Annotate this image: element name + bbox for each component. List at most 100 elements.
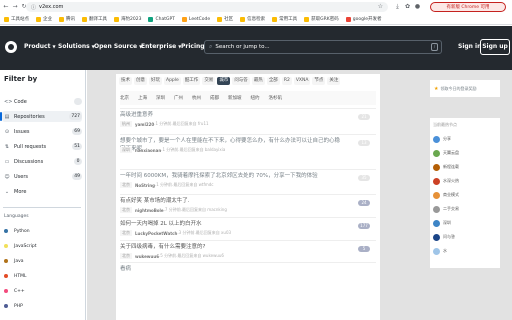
reply-count-badge[interactable]: 24 [358, 200, 370, 206]
topic-node[interactable]: 深圳 [120, 147, 132, 153]
hot-node-item[interactable]: 商业模式 [433, 190, 459, 200]
topic-author[interactable]: NoString [135, 183, 155, 188]
topic-item[interactable]: 有点好笑 某市场的潮太牛了. 北京 nightmoBole · 7 分钟前 · 最后… [120, 194, 376, 217]
v2ex-tab[interactable]: 酷工作 [182, 77, 201, 85]
nav-product[interactable]: Product ▼ [24, 41, 56, 53]
chrome-update-button[interactable]: 有新版 Chrome 可用 [430, 2, 506, 12]
v2ex-subtab[interactable]: 深圳 [156, 95, 165, 101]
v2ex-tab[interactable]: 问与答 [232, 77, 250, 85]
v2ex-tab[interactable]: 最热 [251, 77, 265, 85]
github-logo-icon[interactable] [5, 41, 17, 53]
v2ex-tab[interactable]: 创意 [134, 77, 147, 85]
download-icon[interactable]: ⤓ [394, 3, 401, 10]
topic-title[interactable]: 一年时间 6000KM，我骑着摩托探索了北京郊区去处的 70%，分享一下我的体验 [120, 173, 345, 181]
bookmark-item[interactable]: 海豹2023 [114, 16, 141, 22]
forward-icon[interactable]: → [12, 4, 18, 10]
extension-icon[interactable]: ✿ [404, 3, 411, 10]
bookmark-item[interactable]: 腾讯 [59, 16, 75, 22]
filter-item-code[interactable]: <> Code [2, 96, 82, 107]
topic-item[interactable]: 一年时间 6000KM，我骑着摩托探索了北京郊区去处的 70%，分享一下我的体验… [120, 169, 376, 194]
v2ex-subtab[interactable]: 北京 [120, 95, 129, 101]
reply-count-badge[interactable]: 35 [358, 175, 370, 181]
topic-author[interactable]: wukewuu6 [135, 254, 159, 259]
hot-node-item[interactable]: 深圳 [433, 218, 451, 228]
hot-node-item[interactable]: 分享 [433, 134, 451, 144]
bookmark-item[interactable]: LeetCode [181, 16, 210, 22]
topic-node[interactable]: 杭州 [120, 121, 132, 127]
hot-node-item[interactable]: 问与答 [433, 232, 455, 242]
topic-item[interactable]: 想要个城市了，要是一个人在里能在不下来，心得要怎么办，有什么办法可以让自己的心稳… [120, 134, 376, 169]
v2ex-subtab[interactable]: 上海 [138, 95, 147, 101]
filter-item-discussions[interactable]: ▭ Discussions 0 [2, 156, 82, 167]
topic-author[interactable]: nanxiaonan [135, 148, 161, 153]
v2ex-tab[interactable]: 节点 [312, 77, 326, 85]
bookmark-item[interactable]: 获取GRK密码 [304, 16, 339, 22]
v2ex-tab[interactable]: 关注 [327, 77, 341, 85]
topic-title[interactable]: 有点好笑 某市场的潮太牛了. [120, 198, 345, 206]
filter-item-users[interactable]: ☺ Users 49 [2, 171, 82, 182]
topic-author[interactable]: nightmoBole [135, 208, 164, 213]
filter-item-repositories[interactable]: ▤ Repositories 727 [0, 111, 82, 122]
v2ex-subtab[interactable]: 洛杉矶 [269, 95, 283, 101]
bookmark-item[interactable]: 社区 [217, 16, 233, 22]
search-input[interactable]: ⌕ Search or jump to... / [204, 40, 442, 54]
filter-item-more[interactable]: ⌄ More [2, 186, 82, 197]
v2ex-tab[interactable]: 交易 [202, 77, 216, 85]
v2ex-tab[interactable]: 全部 [266, 77, 280, 85]
bookmark-item[interactable]: 翻译工具 [82, 16, 107, 22]
v2ex-tab[interactable]: 好玩 [149, 77, 162, 85]
topic-node[interactable]: 北京 [120, 182, 132, 188]
v2ex-tab[interactable]: 技术 [119, 77, 132, 85]
back-icon[interactable]: ← [3, 4, 9, 10]
filter-item-issues[interactable]: ⊙ Issues 69 [2, 126, 82, 137]
reply-count-badge[interactable]: 5 [358, 246, 370, 252]
v2ex-subtab[interactable]: 成都 [210, 95, 219, 101]
sign-up-button[interactable]: Sign up [480, 39, 510, 55]
bookmark-star-icon[interactable]: ☆ [378, 4, 383, 10]
profile-icon[interactable]: ● [414, 3, 421, 10]
v2ex-subtab[interactable]: 纽约 [251, 95, 260, 101]
topic-item[interactable]: 看病 [120, 262, 376, 292]
nav-pricing[interactable]: Pricing [181, 41, 205, 53]
nav-solutions[interactable]: Solutions ▼ [58, 41, 95, 53]
topic-item[interactable]: 高级进重意养 杭州 yaml220 · 1 分钟前 · 最后回复来自 fru11 21 [120, 108, 376, 134]
hot-node-item[interactable]: 新程连载 [433, 162, 459, 172]
language-filter-python[interactable]: Python [4, 226, 30, 236]
sign-in-link[interactable]: Sign in [458, 41, 481, 53]
topic-node[interactable]: 北京 [120, 230, 132, 236]
topic-node[interactable]: 北京 [120, 253, 132, 259]
topic-author[interactable]: yaml220 [135, 122, 154, 127]
topic-node[interactable]: 北京 [120, 207, 132, 213]
bookmark-item[interactable]: ChatGPT [148, 16, 175, 22]
language-filter-php[interactable]: PHP [4, 301, 23, 311]
bookmark-item[interactable]: 企业 [36, 16, 52, 22]
nav-open-source[interactable]: Open Source ▼ [94, 41, 142, 53]
nav-enterprise[interactable]: Enterprise ▼ [141, 41, 181, 53]
topic-author[interactable]: LuckyPocketWatch [135, 231, 177, 236]
hot-node-item[interactable]: 水深火热 [433, 176, 459, 186]
v2ex-subtab[interactable]: 杭州 [192, 95, 201, 101]
daily-reward-box[interactable]: ★ 领取今日的登录奖励 [430, 80, 500, 97]
v2ex-tab[interactable]: 城市 [217, 77, 231, 85]
address-bar[interactable]: ⓘ v2ex.com ☆ [26, 2, 388, 12]
reply-count-badge[interactable]: 13 [358, 140, 370, 146]
filter-item-pull-requests[interactable]: ⇅ Pull requests 51 [2, 141, 82, 152]
topic-title[interactable]: 关于四级病毒，有什么需要注意的? [120, 244, 345, 252]
v2ex-tab[interactable]: Apple [164, 77, 181, 85]
language-filter-html[interactable]: HTML [4, 271, 27, 281]
topic-title[interactable]: 如何一天内喝掉 2L 以上的白开水 [120, 221, 345, 229]
v2ex-subtab[interactable]: 新加坡 [228, 95, 242, 101]
v2ex-tab[interactable]: R2 [281, 77, 292, 85]
site-info-icon[interactable]: ⓘ [31, 4, 36, 11]
language-filter-java[interactable]: Java [4, 256, 24, 266]
bookmark-item[interactable]: 工具站点 [4, 16, 29, 22]
topic-item[interactable]: 如何一天内喝掉 2L 以上的白开水 北京 LuckyPocketWatch · 3 … [120, 217, 376, 240]
reply-count-badge[interactable]: 177 [358, 223, 370, 229]
bookmark-item[interactable]: 信息检索 [240, 16, 265, 22]
hot-node-item[interactable]: 水 [433, 246, 447, 256]
bookmark-item[interactable]: 常用工具 [272, 16, 297, 22]
topic-item[interactable]: 关于四级病毒，有什么需要注意的? 北京 wukewuu6 · 5 分钟前 · 最后回… [120, 240, 376, 262]
v2ex-subtab[interactable]: 广州 [174, 95, 183, 101]
reply-count-badge[interactable]: 21 [358, 114, 370, 120]
topic-title[interactable]: 高级进重意养 [120, 112, 345, 120]
